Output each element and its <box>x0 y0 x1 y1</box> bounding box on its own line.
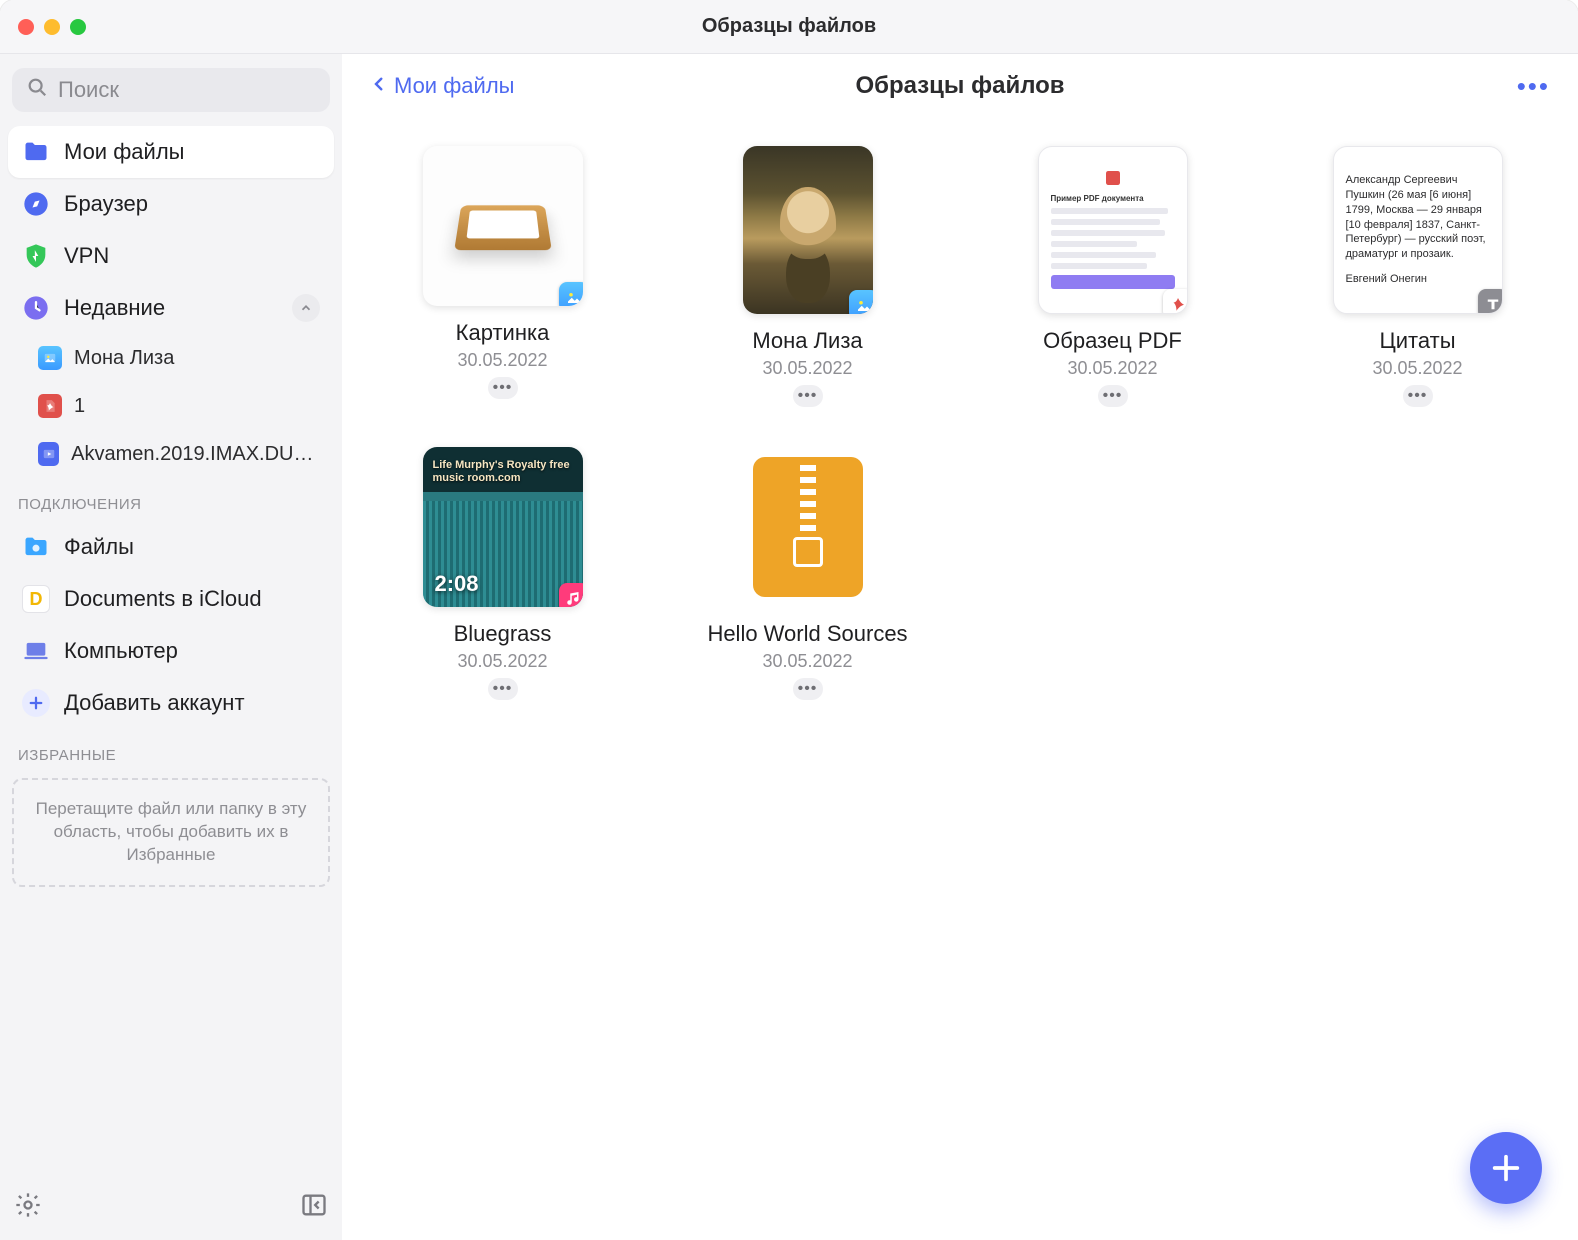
more-button[interactable]: ••• <box>1517 71 1550 102</box>
file-thumbnail: Life Murphy's Royalty free music room.co… <box>423 447 583 607</box>
file-more-button[interactable]: ••• <box>488 678 518 700</box>
music-badge-icon <box>559 583 583 607</box>
file-more-button[interactable]: ••• <box>1098 385 1128 407</box>
search-input[interactable]: Поиск <box>12 68 330 112</box>
file-name: Образец PDF <box>1043 328 1182 354</box>
connection-files[interactable]: Файлы <box>8 521 334 573</box>
toolbar: Мои файлы Образцы файлов ••• <box>342 62 1578 110</box>
file-tile[interactable]: Пример PDF документа <box>1003 146 1223 407</box>
image-icon <box>38 346 62 370</box>
favorites-header: ИЗБРАННЫЕ <box>18 747 324 764</box>
nav-browser[interactable]: Браузер <box>8 178 334 230</box>
minimize-window-button[interactable] <box>44 19 60 35</box>
add-button[interactable] <box>1470 1132 1542 1204</box>
conn-label: Documents в iCloud <box>64 586 262 612</box>
file-more-button[interactable]: ••• <box>793 385 823 407</box>
main-area: Мои файлы Образцы файлов ••• Картинка 30… <box>342 54 1578 1240</box>
file-date: 30.05.2022 <box>1372 358 1462 379</box>
file-thumbnail <box>743 146 873 314</box>
file-date: 30.05.2022 <box>1067 358 1157 379</box>
connection-documents-icloud[interactable]: D Documents в iCloud <box>8 573 334 625</box>
titlebar: Образцы файлов <box>0 0 1578 54</box>
file-more-button[interactable]: ••• <box>1403 385 1433 407</box>
zip-icon <box>753 457 863 597</box>
folder-apple-icon <box>22 533 50 561</box>
app-window: Образцы файлов Поиск Мои файлы Брау <box>0 0 1578 1240</box>
file-date: 30.05.2022 <box>762 358 852 379</box>
back-label: Мои файлы <box>394 73 514 99</box>
recent-label: Akvamen.2019.IMAX.DUAL.B... <box>71 443 320 466</box>
image-badge-icon <box>559 282 583 306</box>
nav-my-files[interactable]: Мои файлы <box>8 126 334 178</box>
compass-icon <box>22 190 50 218</box>
nav-label: VPN <box>64 243 109 269</box>
text-preview-line2: Евгений Онегин <box>1346 272 1490 287</box>
recent-label: 1 <box>74 395 85 418</box>
sidebar: Поиск Мои файлы Браузер VPN <box>0 54 342 1240</box>
file-tile[interactable]: Hello World Sources 30.05.2022 ••• <box>698 447 918 700</box>
file-thumbnail: Пример PDF документа <box>1038 146 1188 314</box>
nav-vpn[interactable]: VPN <box>8 230 334 282</box>
page-title: Образцы файлов <box>342 72 1578 100</box>
close-window-button[interactable] <box>18 19 34 35</box>
video-icon <box>38 442 59 466</box>
traffic-lights <box>18 19 86 35</box>
recent-item-1[interactable]: 1 <box>8 382 334 430</box>
connection-add-account[interactable]: Добавить аккаунт <box>8 677 334 729</box>
file-date: 30.05.2022 <box>762 651 852 672</box>
shield-icon <box>22 242 50 270</box>
recent-item-mona-lisa[interactable]: Мона Лиза <box>8 334 334 382</box>
nav-label: Недавние <box>64 295 165 321</box>
file-thumbnail <box>423 146 583 306</box>
back-button[interactable]: Мои файлы <box>370 73 514 99</box>
conn-label: Компьютер <box>64 638 178 664</box>
text-preview-body: Александр Сергеевич Пушкин (26 мая [6 ию… <box>1346 173 1490 262</box>
file-tile[interactable]: Мона Лиза 30.05.2022 ••• <box>698 146 918 407</box>
file-name: Bluegrass <box>454 621 552 647</box>
favorites-dropzone[interactable]: Перетащите файл или папку в эту область,… <box>12 778 330 887</box>
recent-item-akvamen[interactable]: Akvamen.2019.IMAX.DUAL.B... <box>8 430 334 478</box>
chevron-up-icon[interactable] <box>292 294 320 322</box>
nav-label: Браузер <box>64 191 148 217</box>
file-grid: Картинка 30.05.2022 ••• Мона Лиза 30.05.… <box>342 110 1578 736</box>
conn-label: Файлы <box>64 534 134 560</box>
window-title: Образцы файлов <box>0 15 1578 38</box>
collapse-sidebar-button[interactable] <box>300 1191 328 1224</box>
conn-label: Добавить аккаунт <box>64 690 245 716</box>
chevron-left-icon <box>370 73 388 99</box>
file-tile[interactable]: Александр Сергеевич Пушкин (26 мая [6 ию… <box>1308 146 1528 407</box>
file-name: Мона Лиза <box>752 328 862 354</box>
clock-icon <box>22 294 50 322</box>
nav-recent[interactable]: Недавние <box>8 282 334 334</box>
file-thumbnail <box>728 447 888 607</box>
pdf-icon <box>38 394 62 418</box>
plus-icon <box>22 689 50 717</box>
file-more-button[interactable]: ••• <box>488 377 518 399</box>
connection-computer[interactable]: Компьютер <box>8 625 334 677</box>
folder-icon <box>22 138 50 166</box>
documents-d-icon: D <box>22 585 50 613</box>
file-name: Картинка <box>456 320 550 346</box>
search-icon <box>26 76 48 104</box>
file-tile[interactable]: Картинка 30.05.2022 ••• <box>393 146 613 407</box>
audio-overlay-text: Life Murphy's Royalty free music room.co… <box>433 459 573 485</box>
image-badge-icon <box>849 290 873 314</box>
file-tile[interactable]: Life Murphy's Royalty free music room.co… <box>393 447 613 700</box>
fullscreen-window-button[interactable] <box>70 19 86 35</box>
file-name: Цитаты <box>1379 328 1455 354</box>
nav-label: Мои файлы <box>64 139 184 165</box>
file-more-button[interactable]: ••• <box>793 678 823 700</box>
search-placeholder: Поиск <box>58 77 119 103</box>
recent-label: Мона Лиза <box>74 347 174 370</box>
settings-button[interactable] <box>14 1191 42 1224</box>
text-badge-icon <box>1478 289 1503 314</box>
file-date: 30.05.2022 <box>457 651 547 672</box>
pdf-badge-icon <box>1163 289 1188 314</box>
file-date: 30.05.2022 <box>457 350 547 371</box>
file-thumbnail: Александр Сергеевич Пушкин (26 мая [6 ию… <box>1333 146 1503 314</box>
laptop-icon <box>22 637 50 665</box>
file-name: Hello World Sources <box>707 621 907 647</box>
connections-header: ПОДКЛЮЧЕНИЯ <box>18 496 324 513</box>
audio-duration: 2:08 <box>435 571 479 597</box>
